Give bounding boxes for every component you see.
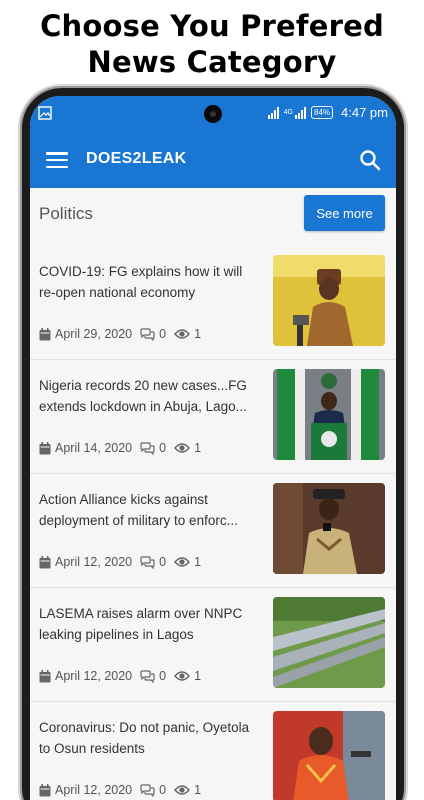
view-count: 1 xyxy=(194,327,202,341)
comment-icon xyxy=(140,327,155,341)
eye-icon xyxy=(174,671,191,681)
comment-count: 0 xyxy=(159,327,167,341)
eye-icon xyxy=(174,557,191,567)
calendar-icon xyxy=(39,441,51,454)
comment-icon xyxy=(140,441,155,455)
comment-count: 0 xyxy=(159,669,167,683)
promo-line-1: Choose You Prefered xyxy=(40,9,384,43)
view-count: 1 xyxy=(194,441,202,455)
article-item[interactable]: COVID-19: FG explains how it will re-ope… xyxy=(30,246,396,360)
search-icon[interactable] xyxy=(358,148,382,172)
menu-icon[interactable] xyxy=(46,149,68,171)
article-item[interactable]: Coronavirus: Do not panic, Oyetola to Os… xyxy=(30,702,396,800)
comment-icon xyxy=(140,555,155,569)
article-item[interactable]: Nigeria records 20 new cases...FG extend… xyxy=(30,360,396,474)
front-camera xyxy=(204,105,222,123)
article-meta: April 14, 2020 0 1 xyxy=(39,441,201,455)
see-more-button[interactable]: See more xyxy=(304,195,385,231)
signal-icon xyxy=(267,106,279,119)
calendar-icon xyxy=(39,555,51,568)
promo-line-2: News Category xyxy=(87,45,337,79)
article-date: April 14, 2020 xyxy=(55,441,133,455)
image-icon xyxy=(38,106,52,120)
article-title: Nigeria records 20 new cases...FG extend… xyxy=(39,378,247,414)
article-date: April 12, 2020 xyxy=(55,783,133,797)
article-title: Action Alliance kicks against deployment… xyxy=(39,492,238,528)
calendar-icon xyxy=(39,669,51,682)
status-bar: 4G 84% 4:47 pm xyxy=(30,96,396,132)
article-meta: April 12, 2020 0 1 xyxy=(39,669,201,683)
article-title: LASEMA raises alarm over NNPC leaking pi… xyxy=(39,606,243,642)
article-date: April 12, 2020 xyxy=(55,555,133,569)
view-count: 1 xyxy=(194,555,202,569)
article-thumbnail xyxy=(273,483,385,574)
article-thumbnail xyxy=(273,255,385,346)
battery-icon: 84% xyxy=(311,106,334,119)
article-meta: April 12, 2020 0 1 xyxy=(39,555,201,569)
eye-icon xyxy=(174,443,191,453)
eye-icon xyxy=(174,329,191,339)
network-type: 4G xyxy=(283,109,293,116)
app-title: DOES2LEAK xyxy=(86,150,187,167)
comment-icon xyxy=(140,783,155,797)
article-meta: April 29, 2020 0 1 xyxy=(39,327,201,341)
article-item[interactable]: Action Alliance kicks against deployment… xyxy=(30,474,396,588)
article-date: April 12, 2020 xyxy=(55,669,133,683)
section-header: Politics See more xyxy=(30,188,396,246)
article-item[interactable]: LASEMA raises alarm over NNPC leaking pi… xyxy=(30,588,396,702)
calendar-icon xyxy=(39,327,51,340)
comment-count: 0 xyxy=(159,441,167,455)
signal-icon xyxy=(295,106,306,119)
eye-icon xyxy=(174,785,191,795)
article-thumbnail xyxy=(273,711,385,800)
status-time: 4:47 pm xyxy=(341,105,388,120)
app-bar: DOES2LEAK xyxy=(30,132,396,188)
promo-heading: Choose You Prefered News Category xyxy=(0,8,424,80)
phone-screen: 4G 84% 4:47 pm DOES2LEAK Politics See mo… xyxy=(30,96,396,800)
comment-count: 0 xyxy=(159,783,167,797)
comment-count: 0 xyxy=(159,555,167,569)
calendar-icon xyxy=(39,783,51,796)
article-thumbnail xyxy=(273,597,385,688)
article-meta: April 12, 2020 0 1 xyxy=(39,783,201,797)
comment-icon xyxy=(140,669,155,683)
news-list: Politics See more COVID-19: FG explains … xyxy=(30,188,396,800)
view-count: 1 xyxy=(194,783,202,797)
view-count: 1 xyxy=(194,669,202,683)
article-thumbnail xyxy=(273,369,385,460)
article-title: Coronavirus: Do not panic, Oyetola to Os… xyxy=(39,720,250,756)
article-date: April 29, 2020 xyxy=(55,327,133,341)
section-title: Politics xyxy=(39,204,93,223)
article-title: COVID-19: FG explains how it will re-ope… xyxy=(39,264,243,300)
